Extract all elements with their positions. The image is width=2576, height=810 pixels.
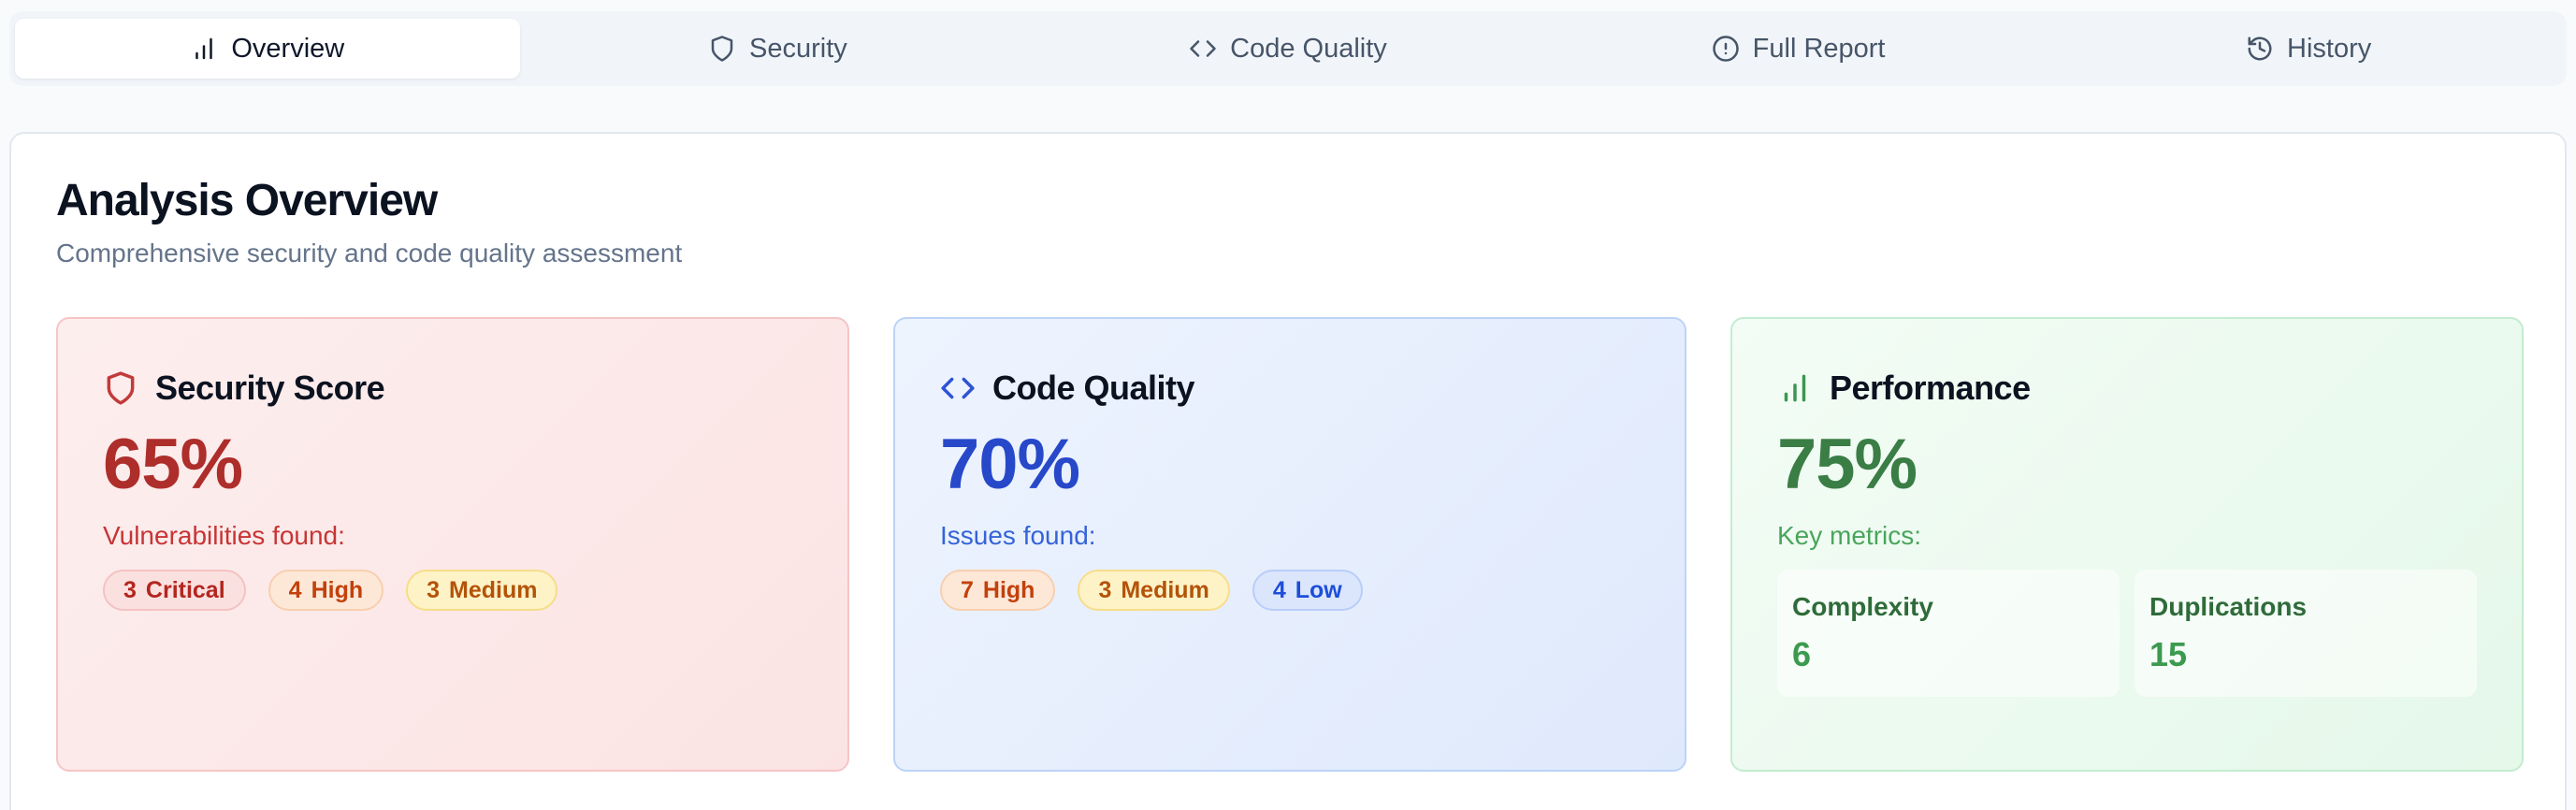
performance-score-value: 75%: [1777, 425, 1918, 504]
security-score-card: Security Score 65% Vulnerabilities found…: [56, 317, 849, 772]
page-subtitle: Comprehensive security and code quality …: [56, 239, 683, 268]
shield-icon: [107, 371, 135, 405]
code-quality-card: Code Quality 70% Issues found: 7 High 3 …: [893, 317, 1686, 772]
metric-name: Complexity: [1792, 592, 1933, 621]
card-header: Code Quality: [940, 368, 1640, 409]
badge-level: Critical: [145, 576, 225, 603]
issue-badges: 7 High 3 Medium 4 Low: [940, 570, 1640, 611]
bar-chart-icon: [195, 37, 213, 60]
code-icon: [1190, 40, 1216, 57]
history-icon: [2248, 36, 2272, 61]
badge-medium: 3 Medium: [406, 570, 558, 611]
badge-count: 3: [427, 576, 441, 603]
card-header: Performance: [1777, 368, 2477, 409]
issues-label: Issues found:: [940, 521, 1096, 550]
tab-overview[interactable]: Overview: [15, 19, 520, 79]
metric-value: 6: [1792, 635, 1812, 673]
tab-security[interactable]: Security: [526, 19, 1031, 79]
tab-bar: Overview Security Code Quality Full Repo…: [9, 11, 2567, 86]
badge-critical: 3 Critical: [103, 570, 246, 611]
card-title: Code Quality: [992, 369, 1195, 407]
overview-panel: Analysis Overview Comprehensive security…: [9, 132, 2567, 810]
badge-count: 4: [1272, 576, 1286, 603]
badge-level: High: [311, 576, 364, 603]
page-title: Analysis Overview: [56, 176, 438, 225]
vulnerabilities-label: Vulnerabilities found:: [103, 521, 345, 550]
tab-label: Full Report: [1752, 33, 1886, 64]
metric-complexity: Complexity 6: [1777, 570, 2120, 697]
badge-high: 7 High: [940, 570, 1056, 611]
badge-high: 4 High: [268, 570, 384, 611]
tab-label: Security: [749, 33, 847, 64]
alert-circle-icon: [1712, 36, 1739, 62]
card-header: Security Score: [103, 368, 803, 409]
metrics-grid: Complexity 6 Duplications 15: [1777, 570, 2477, 697]
tab-label: Overview: [231, 33, 345, 64]
badge-level: Medium: [1121, 576, 1209, 603]
badge-level: Medium: [449, 576, 538, 603]
tab-history[interactable]: History: [2056, 19, 2561, 79]
badge-medium: 3 Medium: [1078, 570, 1230, 611]
tab-label: History: [2287, 33, 2372, 64]
metric-name: Duplications: [2149, 592, 2308, 621]
shield-icon: [711, 36, 733, 62]
badge-count: 7: [961, 576, 974, 603]
badge-level: High: [982, 576, 1035, 603]
metric-duplications: Duplications 15: [2135, 570, 2477, 697]
badge-count: 3: [1098, 576, 1112, 603]
badge-level: Low: [1295, 576, 1342, 603]
security-score-value: 65%: [103, 425, 243, 504]
tab-code-quality[interactable]: Code Quality: [1035, 19, 1541, 79]
card-title: Performance: [1830, 369, 2031, 407]
card-title: Security Score: [155, 369, 385, 407]
performance-card: Performance 75% Key metrics: Complexity …: [1730, 317, 2524, 772]
badge-count: 4: [288, 576, 302, 603]
tab-label: Code Quality: [1230, 33, 1387, 64]
tab-full-report[interactable]: Full Report: [1546, 19, 2051, 79]
key-metrics-label: Key metrics:: [1777, 521, 1922, 550]
bar-chart-icon: [1784, 374, 1806, 402]
vulnerability-badges: 3 Critical 4 High 3 Medium: [103, 570, 803, 611]
code-icon: [941, 377, 975, 399]
badge-count: 3: [123, 576, 137, 603]
metric-value: 15: [2149, 635, 2188, 673]
badge-low: 4 Low: [1252, 570, 1363, 611]
code-quality-score-value: 70%: [940, 425, 1080, 504]
